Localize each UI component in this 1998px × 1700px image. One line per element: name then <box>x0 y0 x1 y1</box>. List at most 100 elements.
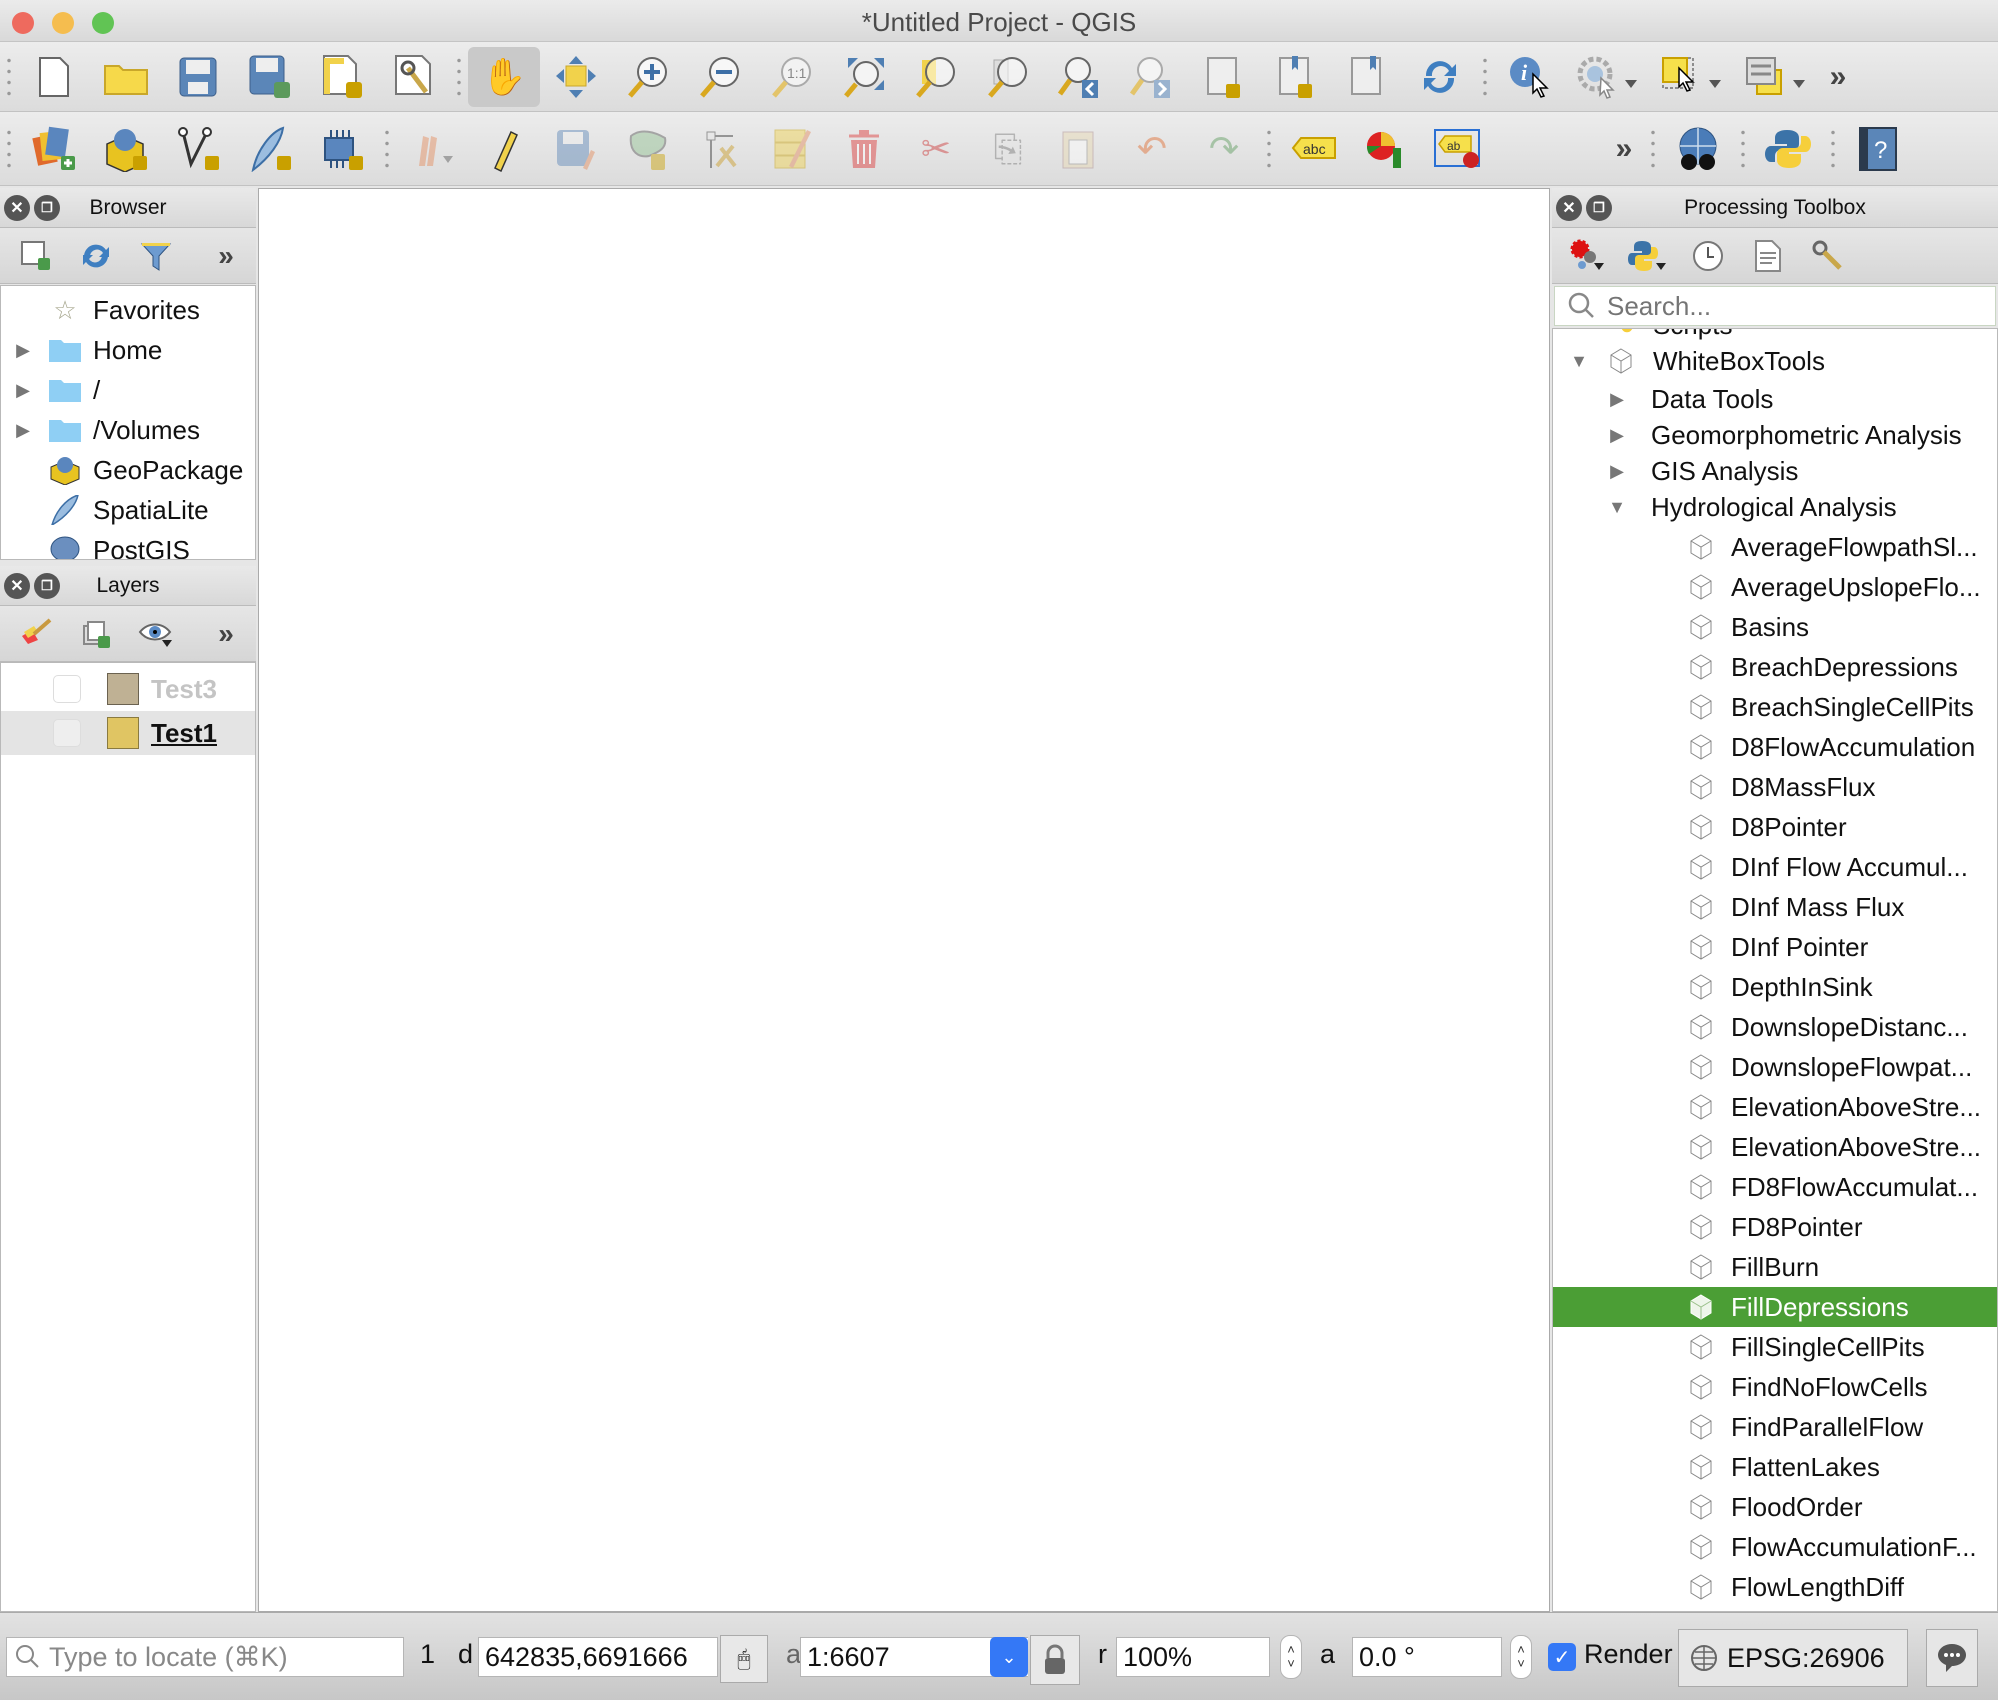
close-panel-button[interactable]: ✕ <box>4 194 30 221</box>
attribute-table-button[interactable] <box>1734 47 1818 107</box>
toolbar-grip[interactable] <box>1648 126 1658 171</box>
add-selected-layers-button[interactable] <box>6 233 66 279</box>
toolbox-group-geomorphometric-analysis[interactable]: ▶ Geomorphometric Analysis <box>1553 417 1997 453</box>
select-features-button[interactable] <box>1650 47 1734 107</box>
browser-item-root[interactable]: ▶ / <box>1 370 255 410</box>
toolbox-tool[interactable]: FlowLengthDiff <box>1553 1567 1997 1607</box>
toolbox-search-box[interactable] <box>1554 286 1996 326</box>
add-feature-button[interactable] <box>612 119 684 179</box>
browser-item-geopackage[interactable]: GeoPackage <box>1 450 255 490</box>
zoom-native-resolution-button[interactable]: 1:1 <box>756 47 828 107</box>
toolbar-grip[interactable] <box>4 54 14 99</box>
copy-features-button[interactable]: ⎘ <box>972 119 1044 179</box>
scripts-button[interactable] <box>1618 233 1678 279</box>
history-button[interactable] <box>1678 233 1738 279</box>
zoom-full-button[interactable] <box>828 47 900 107</box>
browser-item-favorites[interactable]: ☆ Favorites <box>1 290 255 330</box>
toolbox-tool[interactable]: FindNoFlowCells <box>1553 1367 1997 1407</box>
toolbox-tool[interactable]: FindParallelFlow <box>1553 1407 1997 1447</box>
toolbox-tool[interactable]: BreachSingleCellPits <box>1553 687 1997 727</box>
toolbox-tool[interactable]: Basins <box>1553 607 1997 647</box>
modify-attributes-button[interactable] <box>756 119 828 179</box>
toolbox-search-input[interactable] <box>1607 290 1987 322</box>
toolbox-tool[interactable]: DownslopeFlowpat... <box>1553 1047 1997 1087</box>
layer-symbol-swatch[interactable] <box>107 717 139 749</box>
style-layer-button[interactable] <box>6 611 66 657</box>
toolbox-provider-whiteboxtools[interactable]: ▼ WhiteBoxTools <box>1553 341 1997 381</box>
metasearch-button[interactable] <box>1662 119 1734 179</box>
expand-arrow-icon[interactable]: ▶ <box>1597 461 1637 482</box>
float-panel-button[interactable]: ❐ <box>34 194 60 221</box>
expand-arrow-icon[interactable]: ▶ <box>1 420 45 441</box>
new-print-layout-button[interactable] <box>306 47 378 107</box>
toolbox-tool-selected[interactable]: FillDepressions <box>1553 1287 1997 1327</box>
coordinate-field[interactable]: 642835,6691666 <box>478 1637 718 1677</box>
delete-selected-button[interactable] <box>828 119 900 179</box>
toolbox-group-data-tools[interactable]: ▶ Data Tools <box>1553 381 1997 417</box>
vertex-tool-button[interactable] <box>684 119 756 179</box>
layout-manager-button[interactable] <box>378 47 450 107</box>
cut-features-button[interactable]: ✂ <box>900 119 972 179</box>
toolbar-grip[interactable] <box>382 126 392 171</box>
toolbox-tool[interactable]: FillSingleCellPits <box>1553 1327 1997 1367</box>
toolbox-tool[interactable]: BreachDepressions <box>1553 647 1997 687</box>
float-panel-button[interactable]: ❐ <box>1586 194 1612 221</box>
help-button[interactable]: ? <box>1842 119 1914 179</box>
toolbox-tool[interactable]: FlattenLakes <box>1553 1447 1997 1487</box>
toolbar2-overflow-button[interactable]: » <box>1604 119 1644 179</box>
toolbox-tool[interactable]: DInf Mass Flux <box>1553 887 1997 927</box>
zoom-in-button[interactable] <box>612 47 684 107</box>
toolbox-tool[interactable]: FD8FlowAccumulat... <box>1553 1167 1997 1207</box>
expand-arrow-icon[interactable]: ▶ <box>1 380 45 401</box>
toolbar-grip[interactable] <box>1480 54 1490 99</box>
undo-button[interactable]: ↶ <box>1116 119 1188 179</box>
save-layer-edits-button[interactable] <box>540 119 612 179</box>
new-virtual-layer-button[interactable] <box>306 119 378 179</box>
models-button[interactable] <box>1558 233 1618 279</box>
toolbar-grip[interactable] <box>1828 126 1838 171</box>
zoom-to-selection-button[interactable] <box>900 47 972 107</box>
highlight-pinned-labels-button[interactable]: ab <box>1422 119 1494 179</box>
current-edits-button[interactable] <box>396 119 468 179</box>
crs-button[interactable]: EPSG:26906 <box>1678 1629 1908 1687</box>
zoom-last-button[interactable] <box>1044 47 1116 107</box>
browser-item-volumes[interactable]: ▶ /Volumes <box>1 410 255 450</box>
layer-item-test1[interactable]: Test1 <box>1 711 255 755</box>
expand-arrow-icon[interactable]: ▶ <box>1597 425 1637 446</box>
data-source-manager-button[interactable] <box>18 119 90 179</box>
new-map-view-button[interactable] <box>1188 47 1260 107</box>
toolbox-tool[interactable]: DInf Flow Accumul... <box>1553 847 1997 887</box>
scale-dropdown-button[interactable]: ⌄ <box>990 1637 1028 1677</box>
run-feature-action-button[interactable] <box>1566 47 1650 107</box>
toolbox-item-scripts[interactable]: ● Scripts <box>1553 329 1997 341</box>
expand-arrow-icon[interactable]: ▶ <box>1 340 45 361</box>
rotation-spinner[interactable]: ˄ ˅ <box>1510 1635 1532 1679</box>
layer-visibility-checkbox[interactable] <box>53 719 81 747</box>
toolbox-tool[interactable]: ElevationAboveStre... <box>1553 1127 1997 1167</box>
layers-toolbar-overflow-button[interactable]: » <box>196 611 256 657</box>
toolbox-tool[interactable]: ElevationAboveStre... <box>1553 1087 1997 1127</box>
browser-item-spatialite[interactable]: SpatiaLite <box>1 490 255 530</box>
close-panel-button[interactable]: ✕ <box>4 572 30 599</box>
add-group-button[interactable] <box>66 611 126 657</box>
locator-search-field[interactable]: Type to locate (⌘K) <box>6 1637 404 1677</box>
layer-labeling-button[interactable]: abc <box>1278 119 1350 179</box>
layer-diagram-button[interactable] <box>1350 119 1422 179</box>
python-console-button[interactable] <box>1752 119 1824 179</box>
magnifier-spinner[interactable]: ˄ ˅ <box>1280 1635 1302 1679</box>
lock-scale-button[interactable] <box>1030 1635 1080 1685</box>
toolbox-tool[interactable]: FD8Pointer <box>1553 1207 1997 1247</box>
toolbox-group-gis-analysis[interactable]: ▶ GIS Analysis <box>1553 453 1997 489</box>
toolbox-tool[interactable]: FloodOrder <box>1553 1487 1997 1527</box>
toolbox-tool[interactable]: D8FlowAccumulation <box>1553 727 1997 767</box>
toolbox-tool[interactable]: D8MassFlux <box>1553 767 1997 807</box>
layer-symbol-swatch[interactable] <box>107 673 139 705</box>
float-panel-button[interactable]: ❐ <box>34 572 60 599</box>
map-canvas[interactable] <box>258 188 1550 1612</box>
new-geopackage-layer-button[interactable] <box>90 119 162 179</box>
toolbar-grip[interactable] <box>4 126 14 171</box>
zoom-out-button[interactable] <box>684 47 756 107</box>
filter-browser-button[interactable] <box>126 233 186 279</box>
toolbox-group-hydrological-analysis[interactable]: ▼ Hydrological Analysis <box>1553 489 1997 525</box>
toolbox-tool[interactable]: FlowAccumulationF... <box>1553 1527 1997 1567</box>
